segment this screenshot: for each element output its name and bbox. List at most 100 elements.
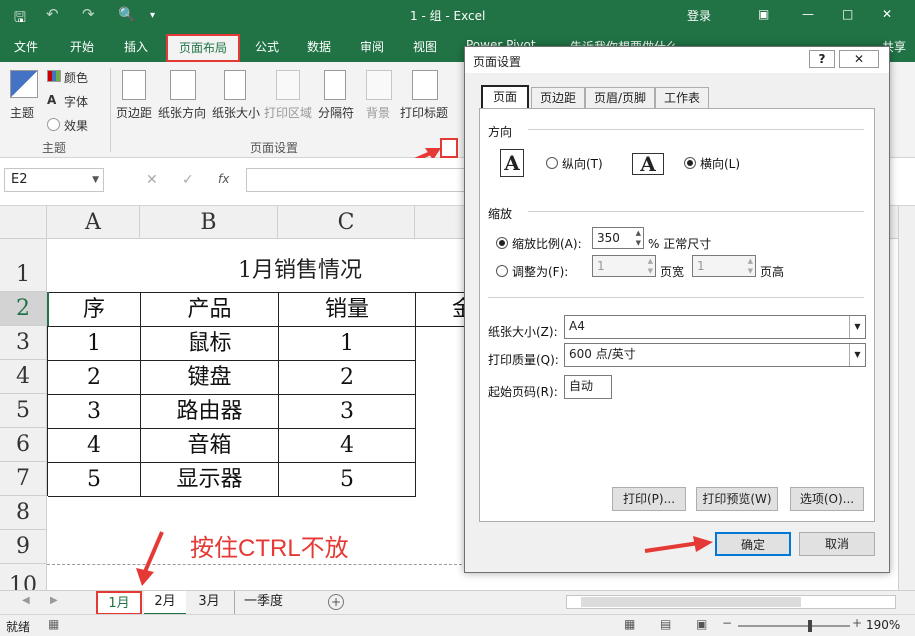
dialog-title-bar[interactable]: 页面设置 ? ✕ (465, 47, 889, 73)
tab-review[interactable]: 审阅 (360, 38, 384, 55)
header-cell[interactable]: 销量 (279, 293, 416, 327)
row-header-3[interactable]: 3 (0, 326, 47, 360)
normal-view-icon[interactable]: ▦ (624, 617, 635, 631)
column-header-a[interactable]: A (47, 206, 140, 239)
row-header-6[interactable]: 6 (0, 428, 47, 462)
table-cell[interactable]: 路由器 (141, 395, 279, 429)
redo-icon[interactable]: ↷ (82, 5, 95, 23)
row-header-1[interactable]: 1 (0, 239, 47, 292)
header-cell[interactable]: 序 (48, 293, 141, 327)
tab-page[interactable]: 页面 (481, 85, 529, 110)
header-cell[interactable]: 产品 (141, 293, 279, 327)
sheet-tab-3[interactable]: 3月 (188, 591, 230, 615)
print-quality-select[interactable]: 600 点/英寸 ▼ (564, 343, 866, 367)
themes-button[interactable]: 主题 (10, 104, 34, 121)
row-header-5[interactable]: 5 (0, 394, 47, 428)
tab-sheet[interactable]: 工作表 (655, 87, 709, 109)
zoom-in-icon[interactable]: + (852, 616, 862, 630)
dialog-close-button[interactable]: ✕ (839, 50, 879, 68)
pages-wide-input[interactable]: 1 ▲ ▼ (592, 255, 656, 277)
login-link[interactable]: 登录 (687, 7, 711, 24)
row-header-9[interactable]: 9 (0, 530, 47, 564)
select-all-corner[interactable] (0, 206, 47, 239)
insert-function-icon[interactable]: fx (218, 172, 229, 186)
add-sheet-button[interactable]: + (328, 594, 344, 610)
ok-button[interactable]: 确定 (715, 532, 791, 556)
minimize-icon[interactable]: — (802, 7, 814, 21)
table-cell[interactable]: 3 (48, 395, 141, 429)
header-cell[interactable]: 金 (416, 293, 474, 327)
tab-home[interactable]: 开始 (70, 38, 94, 55)
landscape-label[interactable]: 横向(L) (700, 155, 740, 172)
page-break-view-icon[interactable]: ▣ (696, 617, 707, 631)
tab-data[interactable]: 数据 (307, 38, 331, 55)
portrait-radio[interactable] (546, 157, 558, 169)
pages-tall-input[interactable]: 1 ▲ ▼ (692, 255, 756, 277)
save-icon[interactable]: 🖫 (14, 7, 26, 31)
page-layout-view-icon[interactable]: ▤ (660, 617, 671, 631)
size-button[interactable]: 纸张大小 (212, 104, 260, 121)
zoom-level[interactable]: 190% (866, 618, 900, 632)
chevron-down-icon[interactable]: ▼ (849, 344, 865, 366)
close-icon[interactable]: ✕ (882, 7, 892, 21)
help-button[interactable]: ? (809, 50, 835, 68)
macro-record-icon[interactable]: ▦ (48, 617, 59, 631)
tab-insert[interactable]: 插入 (124, 38, 148, 55)
paper-size-select[interactable]: A4 ▼ (564, 315, 866, 339)
table-cell[interactable]: 2 (279, 361, 416, 395)
prev-sheet-icon[interactable]: ◀ (22, 595, 30, 606)
adjust-to-radio[interactable] (496, 237, 508, 249)
row-header-7[interactable]: 7 (0, 462, 47, 496)
row-header-10[interactable]: 10 (0, 564, 47, 590)
table-cell[interactable]: 显示器 (141, 463, 279, 497)
horizontal-scrollbar[interactable] (566, 595, 896, 609)
formula-input[interactable] (246, 168, 466, 192)
customize-qat-icon[interactable]: ▾ (150, 10, 155, 21)
tab-file[interactable]: 文件 (14, 38, 38, 55)
first-page-input[interactable]: 自动 (564, 375, 612, 399)
print-titles-button[interactable]: 打印标题 (400, 104, 448, 121)
tab-page-layout[interactable]: 页面布局 (166, 34, 240, 62)
portrait-label[interactable]: 纵向(T) (562, 155, 603, 172)
sheet-tab-4[interactable]: 一季度 (234, 591, 292, 615)
cancel-button[interactable]: 取消 (799, 532, 875, 556)
zoom-slider[interactable] (738, 620, 850, 632)
effects-button[interactable]: 效果 (64, 117, 88, 134)
background-button[interactable]: 背景 (366, 104, 390, 121)
vertical-scrollbar[interactable] (898, 206, 915, 590)
row-header-4[interactable]: 4 (0, 360, 47, 394)
chevron-down-icon[interactable]: ▼ (92, 169, 99, 191)
scale-input[interactable]: 350 ▲ ▼ (592, 227, 644, 249)
colors-button[interactable]: 颜色 (64, 69, 88, 86)
themes-icon[interactable] (10, 70, 38, 98)
table-cell[interactable]: 1 (48, 327, 141, 361)
tab-view[interactable]: 视图 (413, 38, 437, 55)
spinner-icon[interactable]: ▲ ▼ (648, 256, 653, 276)
table-cell[interactable]: 5 (48, 463, 141, 497)
fonts-button[interactable]: 字体 (64, 93, 88, 110)
next-sheet-icon[interactable]: ▶ (50, 595, 58, 606)
options-button[interactable]: 选项(O)... (790, 487, 864, 511)
tab-margins[interactable]: 页边距 (531, 87, 585, 109)
sheet-title-cell[interactable]: 1月销售情况 (140, 252, 460, 284)
column-header-b[interactable]: B (140, 206, 278, 239)
orientation-button[interactable]: 纸张方向 (158, 104, 206, 121)
tab-header-footer[interactable]: 页眉/页脚 (585, 87, 655, 109)
zoom-slider-thumb[interactable] (808, 620, 812, 632)
maximize-icon[interactable]: □ (842, 7, 853, 21)
fit-to-label[interactable]: 调整为(F): (512, 263, 568, 280)
print-area-button[interactable]: 打印区域 (264, 104, 312, 121)
name-box[interactable]: E2 ▼ (4, 168, 104, 192)
cancel-icon[interactable]: ✕ (146, 172, 158, 188)
table-cell[interactable]: 5 (279, 463, 416, 497)
table-cell[interactable]: 4 (48, 429, 141, 463)
scroll-thumb[interactable] (581, 597, 801, 607)
table-cell[interactable]: 音箱 (141, 429, 279, 463)
margins-button[interactable]: 页边距 (116, 104, 152, 121)
adjust-to-label[interactable]: 缩放比例(A): (512, 235, 582, 252)
print-preview-icon[interactable]: 🔍 (118, 7, 135, 23)
spinner-icon[interactable]: ▲ ▼ (636, 228, 641, 248)
zoom-out-icon[interactable]: − (722, 616, 732, 630)
table-cell[interactable]: 2 (48, 361, 141, 395)
table-cell[interactable]: 1 (279, 327, 416, 361)
